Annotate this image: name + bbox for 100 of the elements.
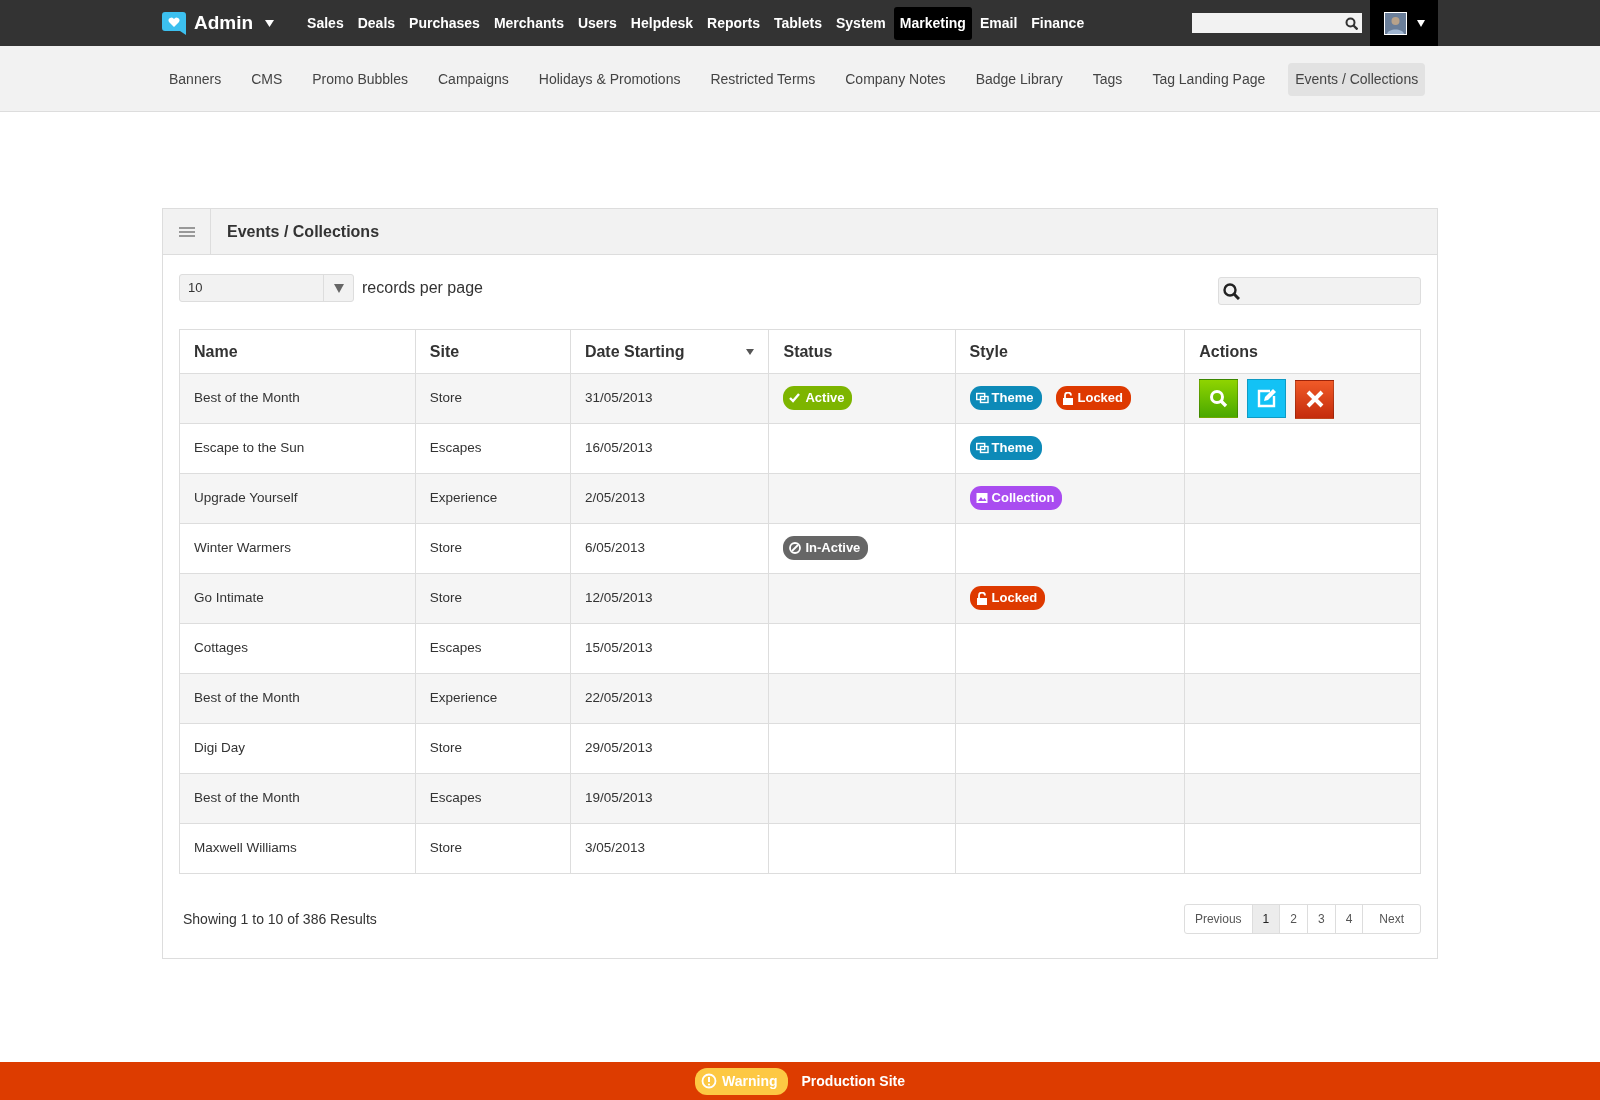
search-icon (1345, 16, 1358, 30)
status-badge: Active (783, 386, 853, 410)
view-button[interactable] (1199, 379, 1239, 418)
subnav-link[interactable]: CMS (244, 62, 290, 96)
style-badge: Collection (969, 486, 1063, 510)
subnav-link[interactable]: Badge Library (968, 62, 1070, 96)
edit-icon (1256, 388, 1277, 408)
table-cell: Best of the Month (179, 373, 416, 424)
warning-badge: Warning (695, 1067, 788, 1095)
table-cell: Best of the Month (179, 773, 416, 824)
subnav-link[interactable]: Events / Collections (1288, 62, 1426, 96)
style-badge: Locked (1055, 386, 1131, 410)
pagination-previous[interactable]: Previous (1184, 905, 1252, 933)
page-link[interactable]: 4 (1334, 905, 1363, 933)
padlock-icon (975, 591, 989, 605)
page-link[interactable]: 3 (1306, 905, 1335, 933)
table-cell: Experience (415, 673, 571, 724)
style-badge: Locked (969, 586, 1046, 610)
table-cell: Store (415, 523, 571, 574)
windows-icon (975, 391, 989, 405)
table-cell: Upgrade Yourself (179, 473, 416, 524)
subnav-link[interactable]: Tag Landing Page (1145, 62, 1273, 96)
nav-link[interactable]: Email (973, 6, 1024, 40)
status-badge: In-Active (783, 536, 869, 560)
pagination-next[interactable]: Next (1362, 905, 1420, 933)
results-summary: Showing 1 to 10 of 386 Results (183, 909, 377, 929)
close-icon (1305, 390, 1324, 408)
subnav-link[interactable]: Holidays & Promotions (531, 62, 688, 96)
edit-button[interactable] (1247, 378, 1287, 418)
column-header: Actions (1184, 329, 1421, 374)
table-cell: Experience (415, 473, 571, 524)
table-cell: Escapes (415, 623, 571, 674)
delete-button[interactable] (1295, 379, 1335, 419)
table-cell: Store (415, 373, 571, 424)
search-field[interactable] (1192, 13, 1362, 33)
table-cell: 15/05/2013 (570, 623, 769, 674)
search-field[interactable] (1218, 277, 1421, 305)
windows-icon (975, 441, 989, 455)
warning-icon (701, 1073, 718, 1089)
subnav-link[interactable]: Promo Bubbles (305, 62, 415, 96)
nav-link[interactable]: Finance (1025, 6, 1091, 40)
table-cell: 22/05/2013 (570, 673, 769, 724)
nav-link[interactable]: System (830, 6, 892, 40)
nav-link[interactable]: Helpdesk (624, 6, 700, 40)
column-header: Name (179, 329, 416, 374)
blocked-icon (789, 541, 803, 555)
table-cell: Escapes (415, 423, 571, 474)
table-cell: 6/05/2013 (570, 523, 769, 574)
panel-title: Events / Collections (227, 221, 380, 242)
subnav-link[interactable]: Campaigns (431, 62, 516, 96)
table-cell: Best of the Month (179, 673, 416, 724)
table-cell: 19/05/2013 (570, 773, 769, 824)
page-link[interactable]: 1 (1251, 905, 1280, 933)
table-cell: Go Intimate (179, 573, 416, 624)
table-cell: 3/05/2013 (570, 823, 769, 874)
table-cell: Store (415, 823, 571, 874)
nav-link[interactable]: Purchases (403, 6, 486, 40)
table-cell: 12/05/2013 (570, 573, 769, 624)
column-header: Style (955, 329, 1185, 374)
records-label: records per page (362, 278, 483, 298)
nav-link[interactable]: Marketing (893, 6, 972, 40)
nav-link[interactable]: Merchants (487, 6, 570, 40)
page-size-select[interactable]: 10 (179, 274, 354, 302)
subnav-link[interactable]: Restricted Terms (703, 62, 823, 96)
page-link[interactable]: 2 (1279, 905, 1307, 933)
search-icon (1209, 389, 1229, 408)
style-badge: Theme (969, 386, 1042, 410)
subnav-link[interactable]: Tags (1085, 62, 1130, 96)
table-cell: Maxwell Williams (179, 823, 416, 874)
brand-name: Admin (194, 10, 254, 35)
table-cell: 29/05/2013 (570, 723, 769, 774)
nav-link[interactable]: Users (571, 6, 623, 40)
table-cell: Cottages (179, 623, 416, 674)
padlock-icon (1061, 391, 1075, 405)
menu-icon (178, 226, 195, 237)
avatar-icon (1383, 11, 1407, 35)
column-header: Site (415, 329, 571, 374)
caret-icon (333, 283, 344, 293)
table-cell: Store (415, 723, 571, 774)
column-header: Status (768, 329, 956, 374)
picture-icon (975, 491, 989, 505)
table-cell: Digi Day (179, 723, 416, 774)
caret-icon (1416, 19, 1425, 27)
table-cell: Winter Warmers (179, 523, 416, 574)
nav-link[interactable]: Deals (351, 6, 402, 40)
table-cell: Escapes (415, 773, 571, 824)
table-cell: 16/05/2013 (570, 423, 769, 474)
subnav-link[interactable]: Company Notes (838, 62, 953, 96)
table-cell: Escape to the Sun (179, 423, 416, 474)
heart-logo-icon (162, 11, 186, 35)
caret-icon (265, 19, 275, 27)
subnav-link[interactable]: Banners (162, 62, 229, 96)
nav-link[interactable]: Reports (701, 6, 766, 40)
table-cell: 31/05/2013 (570, 373, 769, 424)
table-cell: Store (415, 573, 571, 624)
nav-link[interactable]: Tablets (768, 6, 828, 40)
check-icon (789, 391, 803, 405)
search-icon (1223, 282, 1240, 300)
table-cell: 2/05/2013 (570, 473, 769, 524)
nav-link[interactable]: Sales (301, 6, 350, 40)
